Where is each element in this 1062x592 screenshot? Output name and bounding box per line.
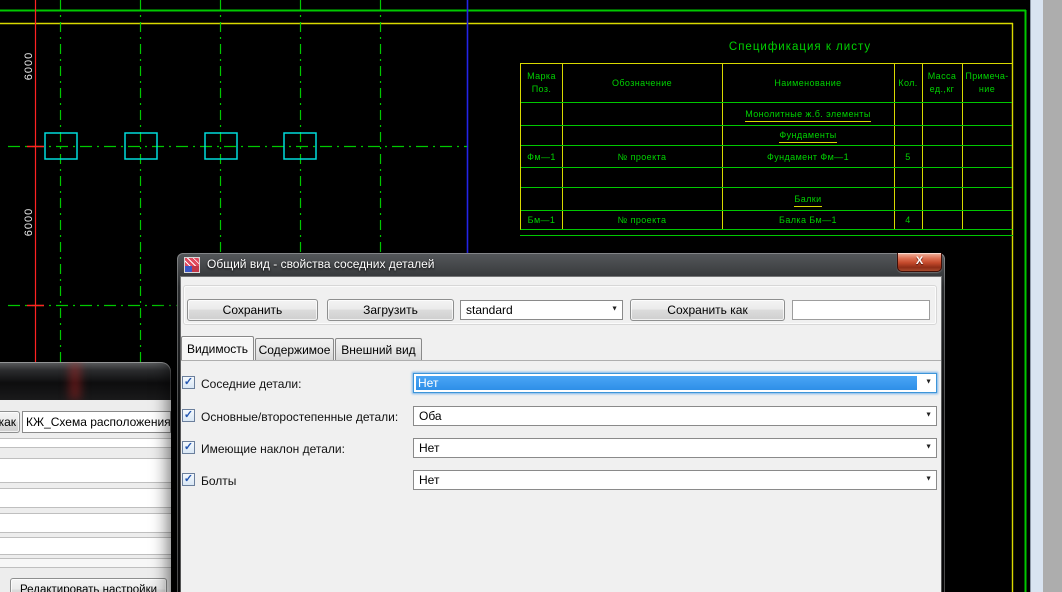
header-mark-line2: Поз. — [521, 84, 562, 95]
combobox-selected-value: Нет — [416, 376, 917, 390]
table-hline — [521, 102, 1012, 103]
table-cell-qty: 4 — [894, 215, 922, 226]
setting-name-field[interactable]: КЖ_Схема расположения — [22, 411, 171, 433]
icon-blue-block — [185, 266, 192, 272]
close-button[interactable]: X — [897, 253, 942, 272]
edit-settings-button[interactable]: Редактировать настройки — [10, 578, 167, 592]
combobox-value: Нет — [419, 473, 439, 487]
combobox-neighbor-parts[interactable]: Нет ▼ — [413, 373, 937, 393]
chevron-down-icon: ▼ — [925, 439, 932, 457]
icon-red-lattice — [185, 258, 199, 266]
combobox-sloped-parts[interactable]: Нет ▼ — [413, 438, 937, 458]
checkbox-main-secondary-parts[interactable]: ✓ — [182, 409, 195, 422]
spec-table-title: Спецификация к листу — [660, 41, 940, 53]
checkbox-sloped-parts[interactable]: ✓ — [182, 441, 195, 454]
checkbox-neighbor-parts[interactable]: ✓ — [182, 376, 195, 389]
combobox-main-secondary-parts[interactable]: Оба ▼ — [413, 406, 937, 426]
load-button[interactable]: Загрузить — [327, 299, 454, 321]
vertical-scrollbar[interactable] — [1030, 0, 1043, 592]
chevron-down-icon: ▼ — [925, 374, 932, 392]
save-button[interactable]: Сохранить — [187, 299, 318, 321]
header-designation: Обозначение — [562, 78, 722, 89]
tab-appearance[interactable]: Внешний вид — [335, 338, 422, 360]
header-note-line2: ние — [962, 84, 1012, 95]
glass-blur-artifact — [70, 362, 80, 400]
checkbox-bolts[interactable]: ✓ — [182, 473, 195, 486]
dimension-label: 6000 — [23, 51, 35, 81]
table-hline — [521, 145, 1012, 146]
chevron-down-icon: ▼ — [925, 471, 932, 489]
dialog-body: Сохранить Загрузить standard ▼ Сохранить… — [181, 277, 941, 592]
table-cell-designation: № проекта — [562, 215, 722, 226]
table-cell-qty: 5 — [894, 152, 922, 163]
header-name: Наименование — [722, 78, 894, 89]
label-sloped-parts: Имеющие наклон детали: — [201, 442, 345, 456]
label-neighbor-parts: Соседние детали: — [201, 377, 301, 391]
table-hline — [521, 125, 1012, 126]
dimension-label: 6000 — [23, 207, 35, 237]
table-hline — [521, 167, 1012, 168]
tab-content[interactable]: Содержимое — [255, 338, 334, 360]
header-mass-line2: ед.,кг — [922, 84, 962, 95]
background-dialog-titlebar[interactable] — [0, 362, 171, 400]
save-as-button[interactable]: Сохранить как — [630, 299, 785, 321]
label-bolts: Болты — [201, 474, 236, 488]
field-row[interactable] — [0, 488, 171, 508]
spec-table: Марка Поз. Обозначение Наименование Кол.… — [520, 63, 1013, 230]
field-row[interactable] — [0, 438, 171, 448]
field-row[interactable] — [0, 558, 171, 568]
table-bottom-line — [520, 235, 1013, 236]
screen: 6000 6000 Спецификация к листу Марка Поз… — [0, 0, 1062, 592]
dialog-titlebar[interactable]: Общий вид - свойства соседних деталей X — [177, 253, 945, 277]
tab-visibility[interactable]: Видимость — [181, 336, 254, 360]
combobox-value: Нет — [419, 441, 439, 455]
header-mark-line1: Марка — [521, 71, 562, 82]
field-row[interactable] — [0, 458, 171, 483]
table-cell-designation: № проекта — [562, 152, 722, 163]
chevron-down-icon: ▼ — [925, 407, 932, 425]
field-row[interactable] — [0, 513, 171, 533]
save-as-name-field[interactable] — [792, 300, 930, 320]
dialog-title: Общий вид - свойства соседних деталей — [207, 257, 435, 271]
table-cell-mark: Бм—1 — [521, 215, 562, 226]
header-mass-line1: Масса — [922, 71, 962, 82]
properties-dialog: Общий вид - свойства соседних деталей X … — [177, 253, 945, 592]
header-qty: Кол. — [894, 78, 922, 89]
tekla-app-icon — [184, 257, 200, 273]
table-section-label: Балки — [794, 194, 821, 207]
icon-red-block — [192, 266, 199, 272]
chevron-down-icon: ▼ — [611, 301, 618, 319]
header-note-line1: Примеча- — [962, 71, 1012, 82]
table-section-label: Фундаменты — [779, 130, 836, 143]
field-row[interactable] — [0, 537, 171, 555]
table-hline — [521, 210, 1012, 211]
background-save-as-button[interactable]: как — [0, 411, 20, 433]
table-hline — [521, 187, 1012, 188]
combobox-bolts[interactable]: Нет ▼ — [413, 470, 937, 490]
window-frame-strip — [1043, 0, 1062, 592]
table-cell-name: Фундамент Фм—1 — [722, 152, 894, 163]
table-cell-name: Балка Бм—1 — [722, 215, 894, 226]
table-section-label: Монолитные ж.б. элементы — [745, 109, 870, 122]
profile-combobox-value: standard — [466, 303, 513, 317]
profile-combobox[interactable]: standard ▼ — [460, 300, 623, 320]
combobox-value: Оба — [419, 409, 442, 423]
table-cell-mark: Фм—1 — [521, 152, 562, 163]
tab-strip-line — [181, 360, 941, 361]
label-main-secondary-parts: Основные/второстепенные детали: — [201, 410, 398, 424]
